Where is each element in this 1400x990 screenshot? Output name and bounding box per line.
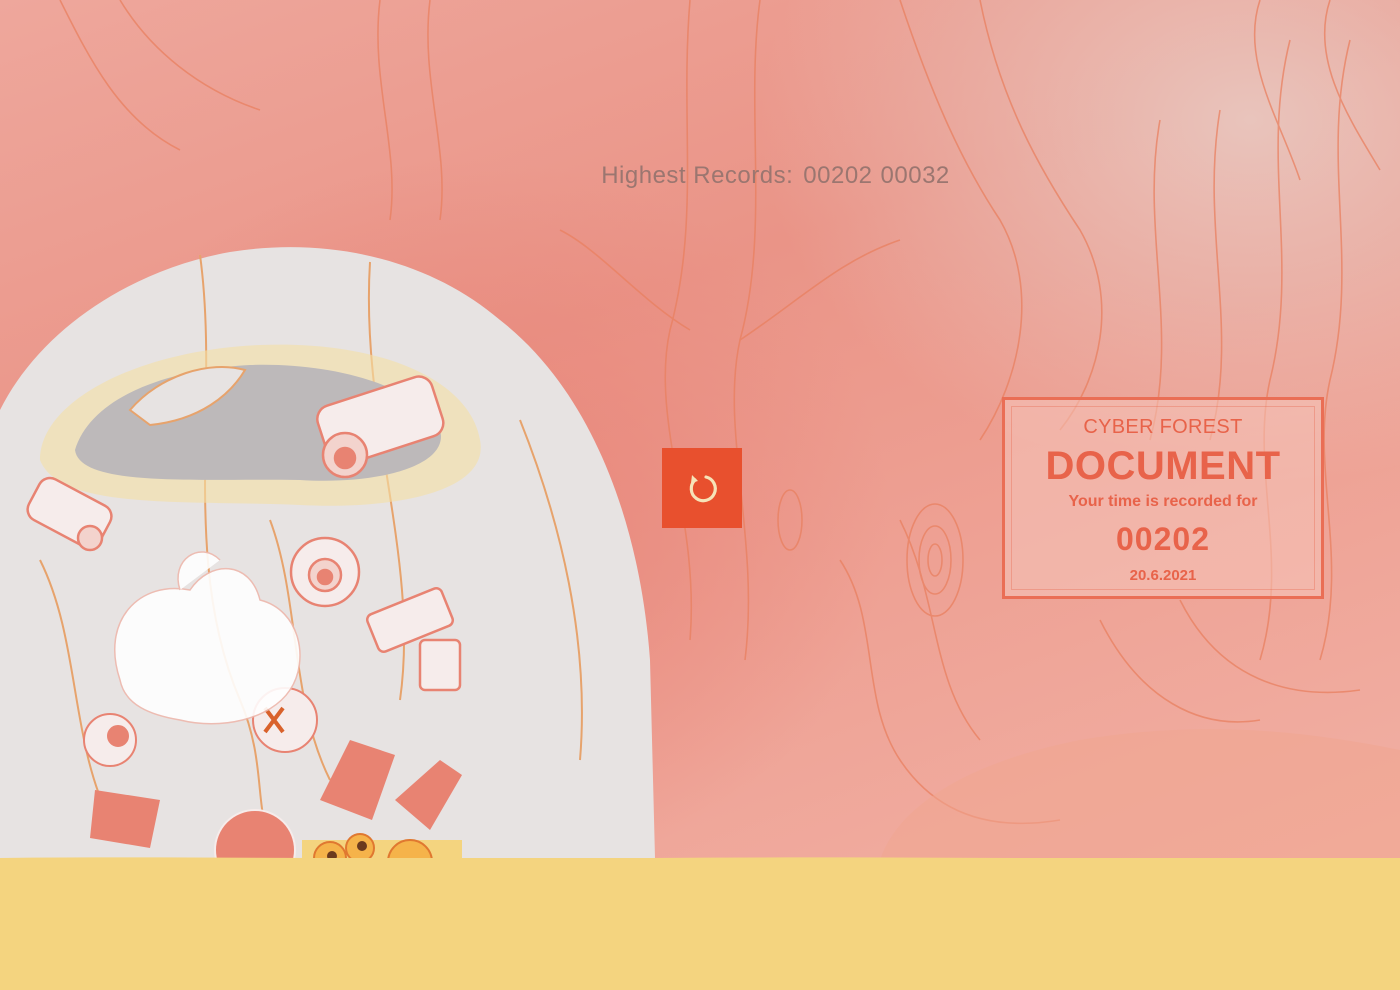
record-date: 20.6.2021 bbox=[1129, 567, 1197, 584]
right-hill bbox=[880, 729, 1400, 860]
document-eyebrow: CYBER FOREST bbox=[1083, 416, 1243, 438]
restart-icon bbox=[689, 475, 717, 503]
game-stage: Highest Records: 00202 00032 CYBER FOREST … bbox=[0, 0, 1400, 990]
result-document: CYBER FOREST DOCUMENT Your time is recor… bbox=[1002, 397, 1324, 599]
document-subtitle: Your time is recorded for bbox=[1068, 493, 1258, 510]
document-title: DOCUMENT bbox=[1045, 444, 1281, 488]
highest-record-value: 00202 bbox=[803, 162, 873, 189]
highest-records-label: Highest Records: bbox=[601, 162, 794, 189]
highest-record-value: 00032 bbox=[880, 162, 950, 189]
recorded-time: 00202 bbox=[1116, 521, 1210, 557]
restart-button[interactable] bbox=[662, 448, 742, 528]
highest-records: Highest Records: 00202 00032 bbox=[0, 162, 1400, 190]
ground-strip bbox=[0, 858, 1400, 990]
